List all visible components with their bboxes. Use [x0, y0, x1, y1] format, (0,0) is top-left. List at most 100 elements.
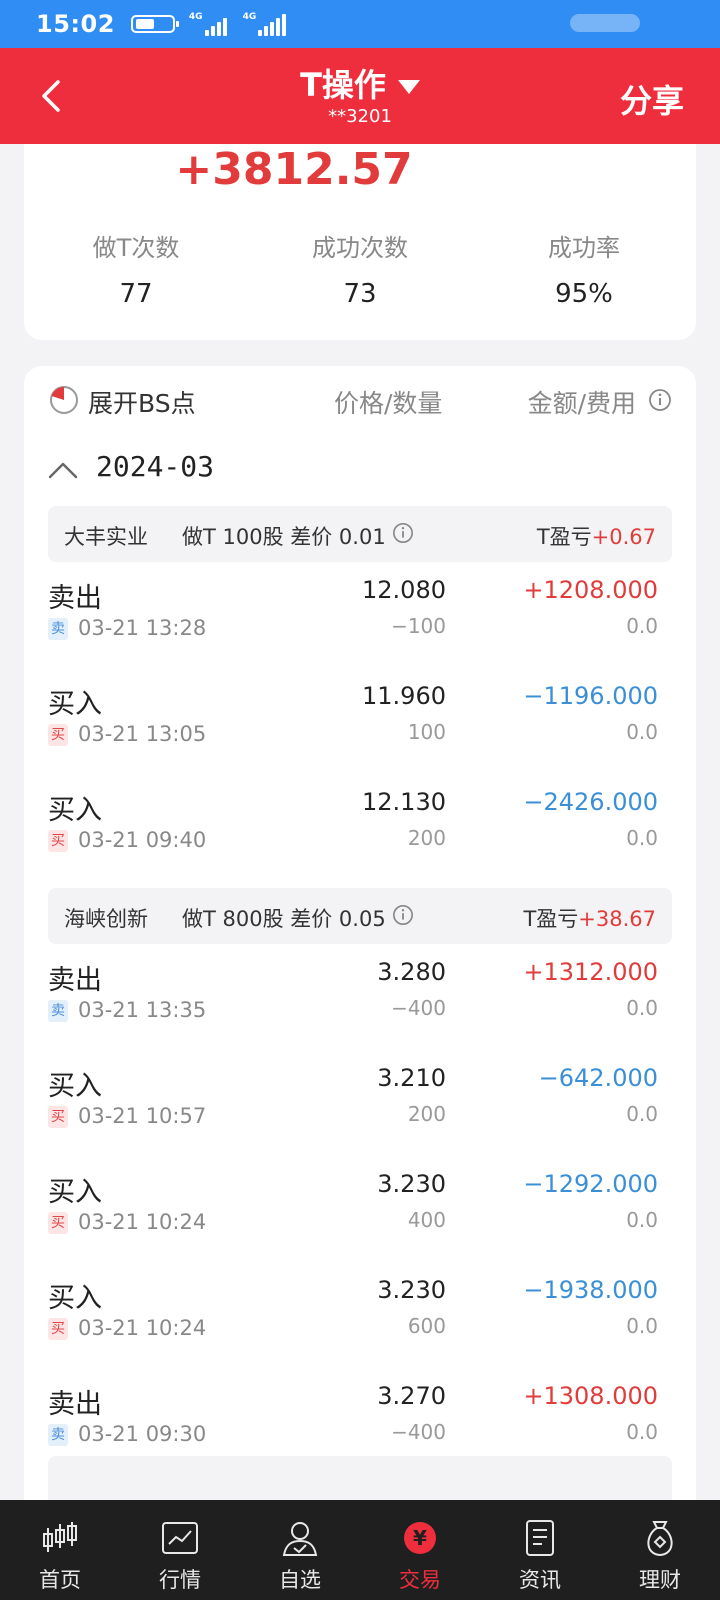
trade-qty: 600: [407, 1314, 446, 1338]
tab-news[interactable]: 资讯: [480, 1500, 600, 1600]
stat-t-count: 做T次数 77: [92, 234, 180, 309]
t-profit-loss: T盈亏+0.67: [536, 525, 656, 549]
chart-icon: [162, 1522, 198, 1554]
stat-success-count: 成功次数 73: [312, 234, 408, 309]
trade-row[interactable]: 买入 买 03-21 10:57 3.210 200 −642.000 0.0: [24, 1064, 696, 1164]
svg-text:¥: ¥: [413, 1526, 427, 1550]
trade-qty: 200: [407, 826, 446, 850]
month-collapse-toggle[interactable]: 2024-03: [24, 446, 696, 506]
trade-amount: −1292.000: [523, 1170, 658, 1198]
trade-row[interactable]: 买入 买 03-21 09:40 12.130 200 −2426.000 0.…: [24, 788, 696, 888]
buy-badge: 买: [48, 1318, 68, 1340]
pie-chart-icon[interactable]: [48, 384, 80, 416]
trade-fee: 0.0: [626, 720, 658, 744]
total-profit: +3812.57: [175, 144, 413, 195]
trade-qty: 200: [407, 1102, 446, 1126]
trade-amount: +1308.000: [523, 1382, 658, 1410]
trade-qty: −400: [391, 1420, 446, 1444]
buy-badge: 买: [48, 1106, 68, 1128]
tab-home[interactable]: 首页: [0, 1500, 120, 1600]
stock-group-header-partial[interactable]: [48, 1456, 672, 1500]
trade-qty: 100: [407, 720, 446, 744]
trade-row[interactable]: 卖出 卖 03-21 13:35 3.280 −400 +1312.000 0.…: [24, 958, 696, 1058]
trade-direction: 买入: [48, 1071, 102, 1102]
trade-price: 3.210: [377, 1064, 446, 1092]
sell-badge: 卖: [48, 618, 68, 640]
t-profit-loss: T盈亏+38.67: [523, 907, 656, 931]
document-icon: [526, 1520, 554, 1556]
trade-price: 3.230: [377, 1170, 446, 1198]
trade-time: 03-21 10:57: [78, 1104, 207, 1128]
share-button[interactable]: 分享: [620, 76, 684, 122]
trade-direction: 卖出: [48, 583, 102, 614]
trade-price: 3.270: [377, 1382, 446, 1410]
trade-time: 03-21 09:30: [78, 1422, 207, 1446]
tab-wealth[interactable]: 理财: [600, 1500, 720, 1600]
trade-fee: 0.0: [626, 1420, 658, 1444]
trade-amount: −2426.000: [523, 788, 658, 816]
signal-icon: 4G: [189, 12, 229, 36]
trade-time: 03-21 10:24: [78, 1210, 207, 1234]
page-title-dropdown[interactable]: T操作: [0, 60, 720, 106]
trade-qty: −400: [391, 996, 446, 1020]
stock-name: 大丰实业: [64, 525, 148, 549]
records-card: 展开BS点 价格/数量 金额/费用 2024-03 大丰实业 做T 100股 差…: [24, 366, 696, 1500]
money-bag-icon: [647, 1521, 673, 1557]
trade-row[interactable]: 买入 买 03-21 13:05 11.960 100 −1196.000 0.…: [24, 682, 696, 782]
t-summary: 做T 800股 差价 0.05: [182, 907, 386, 931]
trade-price: 12.130: [362, 788, 446, 816]
sell-badge: 卖: [48, 1424, 68, 1446]
trade-amount: −642.000: [538, 1064, 658, 1092]
blurred-area: [570, 14, 640, 32]
page-title: T操作: [300, 66, 386, 104]
buy-badge: 买: [48, 724, 68, 746]
tab-watchlist[interactable]: 自选: [240, 1500, 360, 1600]
bottom-tab-bar: 首页 行情 自选 ¥ 交易 资讯 理财: [0, 1500, 720, 1600]
signal-icon-2: 4G: [243, 12, 289, 36]
status-bar: 15:02 4G 4G: [0, 0, 720, 48]
buy-badge: 买: [48, 830, 68, 852]
trade-price: 12.080: [362, 576, 446, 604]
trade-row[interactable]: 卖出 卖 03-21 13:28 12.080 −100 +1208.000 0…: [24, 576, 696, 676]
trade-time: 03-21 09:40: [78, 828, 207, 852]
stats-row: 做T次数 77 成功次数 73 成功率 95%: [24, 228, 696, 309]
tab-market[interactable]: 行情: [120, 1500, 240, 1600]
trade-amount: +1208.000: [523, 576, 658, 604]
trade-fee: 0.0: [626, 826, 658, 850]
stock-group-header[interactable]: 海峡创新 做T 800股 差价 0.05 T盈亏+38.67: [48, 888, 672, 944]
info-icon[interactable]: [392, 904, 414, 926]
trade-fee: 0.0: [626, 1208, 658, 1232]
trade-fee: 0.0: [626, 1102, 658, 1126]
sell-badge: 卖: [48, 1000, 68, 1022]
trade-time: 03-21 10:24: [78, 1316, 207, 1340]
trade-row[interactable]: 买入 买 03-21 10:24 3.230 600 −1938.000 0.0: [24, 1276, 696, 1376]
t-summary: 做T 100股 差价 0.01: [182, 525, 386, 549]
info-icon[interactable]: [392, 522, 414, 544]
trade-amount: −1938.000: [523, 1276, 658, 1304]
info-icon[interactable]: [648, 388, 672, 412]
trade-direction: 买入: [48, 1177, 102, 1208]
trade-price: 3.280: [377, 958, 446, 986]
trade-row[interactable]: 买入 买 03-21 10:24 3.230 400 −1292.000 0.0: [24, 1170, 696, 1270]
stock-group-header[interactable]: 大丰实业 做T 100股 差价 0.01 T盈亏+0.67: [48, 506, 672, 562]
trade-price: 11.960: [362, 682, 446, 710]
trade-fee: 0.0: [626, 996, 658, 1020]
stat-success-rate: 成功率 95%: [548, 234, 620, 309]
trade-fee: 0.0: [626, 1314, 658, 1338]
trade-time: 03-21 13:28: [78, 616, 207, 640]
chevron-up-icon: [48, 462, 78, 479]
nav-bar: T操作 **3201 分享: [0, 48, 720, 144]
trade-direction: 买入: [48, 1283, 102, 1314]
trade-amount: +1312.000: [523, 958, 658, 986]
column-header-price-qty: 价格/数量: [334, 389, 443, 418]
user-check-icon: [282, 1522, 318, 1556]
expand-bs-points-button[interactable]: 展开BS点: [88, 384, 196, 420]
trade-fee: 0.0: [626, 614, 658, 638]
month-label: 2024-03: [96, 450, 215, 483]
trade-qty: 400: [407, 1208, 446, 1232]
column-header-amount-fee: 金额/费用: [527, 389, 636, 418]
buy-badge: 买: [48, 1212, 68, 1234]
tab-trade[interactable]: ¥ 交易: [360, 1500, 480, 1600]
stock-name: 海峡创新: [64, 907, 148, 931]
battery-icon: [130, 15, 179, 33]
